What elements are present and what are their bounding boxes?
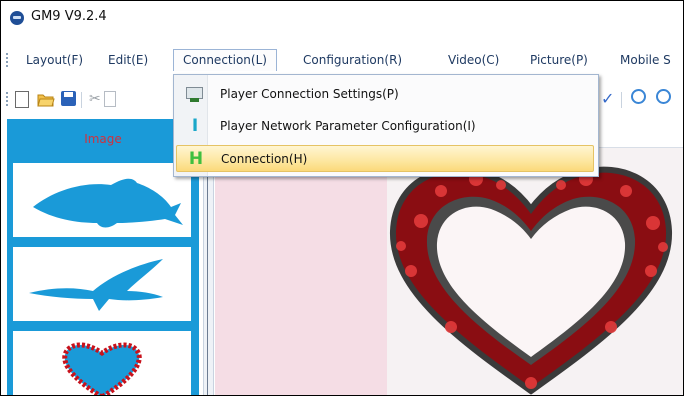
window-title: GM9 V9.2.4 (31, 9, 107, 24)
zoom-out-icon[interactable] (631, 89, 646, 104)
eagle-icon (29, 259, 163, 311)
menu-item-connection[interactable]: H Connection(H) (176, 145, 594, 172)
menu-layout[interactable]: Layout(F) (17, 49, 92, 71)
heart-image[interactable] (381, 151, 681, 396)
open-folder-icon[interactable] (37, 91, 55, 107)
new-file-icon[interactable] (15, 91, 29, 108)
menubar-grip-icon[interactable] (6, 53, 8, 67)
heart-thumbnail-icon (62, 342, 142, 395)
copy-icon[interactable] (104, 91, 116, 107)
dolphin-icon (33, 178, 183, 228)
image-tile-heart[interactable] (13, 331, 191, 395)
image-tile-dolphin[interactable] (13, 163, 191, 237)
menu-mobile[interactable]: Mobile S (611, 49, 680, 71)
menu-item-label: Connection(H) (221, 152, 308, 166)
letter-i-icon: I (191, 116, 199, 136)
canvas-left-region (215, 147, 387, 395)
connection-menu-dropdown: Player Connection Settings(P) I Player N… (173, 74, 599, 177)
checkmark-icon[interactable]: ✓ (601, 89, 614, 108)
title-bar: GM9 V9.2.4 (1, 1, 683, 34)
toolbar-separator (621, 92, 622, 108)
menu-item-label: Player Connection Settings(P) (220, 87, 399, 101)
image-library-panel: Image (7, 119, 199, 395)
menu-item-player-connection-settings[interactable]: Player Connection Settings(P) (176, 81, 594, 108)
menu-bar: Layout(F) Edit(E) Connection(L) Configur… (1, 45, 683, 75)
panel-title: Image (84, 132, 122, 146)
menu-connection[interactable]: Connection(L) (173, 49, 277, 71)
save-icon[interactable] (61, 91, 76, 106)
menu-picture[interactable]: Picture(P) (521, 49, 597, 71)
zoom-in-icon[interactable] (656, 89, 671, 104)
image-tile-eagle[interactable] (13, 247, 191, 321)
menu-item-network-parameter-configuration[interactable]: I Player Network Parameter Configuration… (176, 113, 594, 140)
app-icon (10, 11, 24, 25)
toolbar-grip-icon[interactable] (6, 92, 8, 106)
menu-video[interactable]: Video(C) (439, 49, 508, 71)
menu-item-label: Player Network Parameter Configuration(I… (220, 119, 476, 133)
cut-icon[interactable]: ✂ (89, 91, 105, 107)
app-window: GM9 V9.2.4 Layout(F) Edit(E) Connection(… (0, 0, 684, 396)
toolbar-separator (81, 92, 82, 108)
monitor-icon (186, 87, 203, 102)
menu-configuration[interactable]: Configuration(R) (294, 49, 411, 71)
letter-h-icon: H (188, 149, 204, 169)
menu-edit[interactable]: Edit(E) (99, 49, 157, 71)
